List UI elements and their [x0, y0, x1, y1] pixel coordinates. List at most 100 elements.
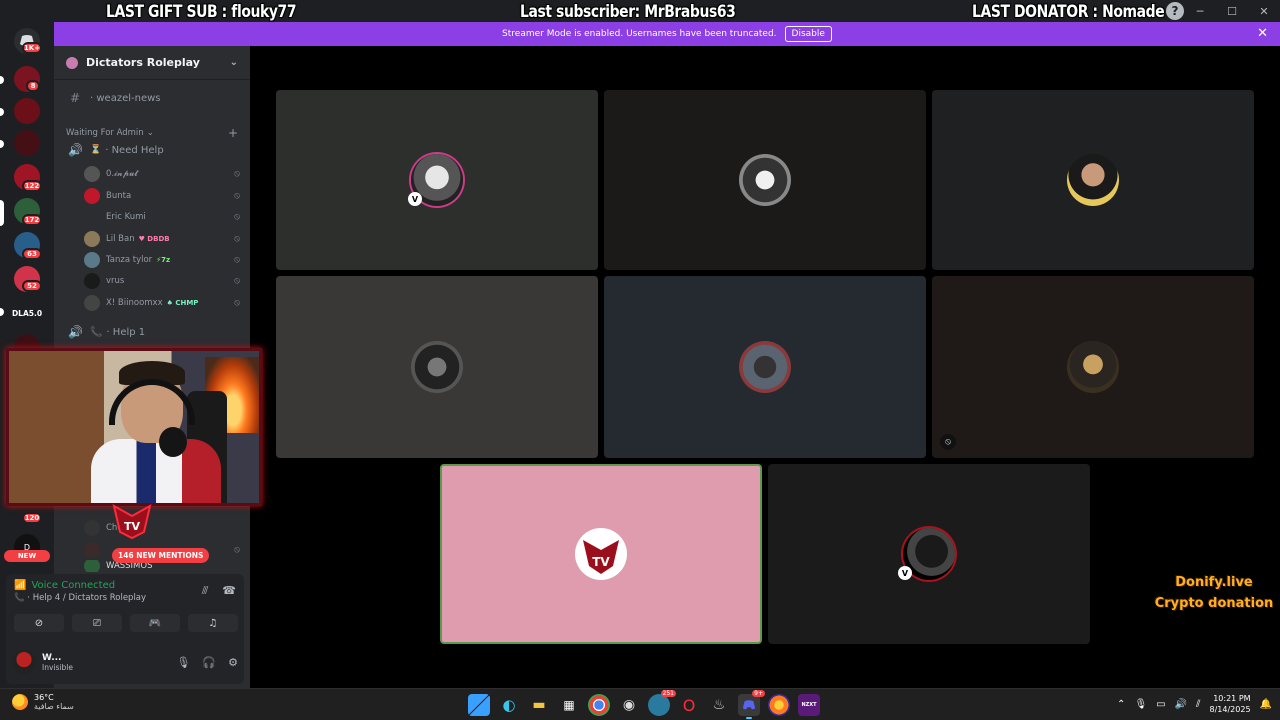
close-window-button[interactable]: ✕	[1248, 0, 1280, 22]
verified-badge-icon: V	[898, 566, 912, 580]
participant-tile[interactable]: V	[276, 90, 598, 270]
new-mentions-pill[interactable]: 146 NEW MENTIONS	[112, 548, 210, 563]
svg-text:TV: TV	[124, 520, 141, 533]
voice-call-grid: V ⦸ TV V	[250, 46, 1280, 688]
camera-off-button[interactable]: ⊘	[14, 614, 64, 632]
add-channel-icon[interactable]: +	[228, 126, 238, 140]
streamer-mode-banner: Streamer Mode is enabled. Usernames have…	[54, 22, 1280, 46]
channel-label: · weazel-news	[90, 92, 161, 104]
firefox-icon[interactable]	[768, 694, 790, 716]
voice-channel-need-help[interactable]: 🔊 ⏳ · Need Help	[62, 140, 242, 160]
sun-icon	[12, 694, 28, 710]
headphones-icon[interactable]: 🎧	[202, 656, 216, 669]
obs-icon[interactable]: ◉	[618, 694, 640, 716]
member-name: 0.𝓲𝓷𝓹𝓾𝓽	[106, 169, 138, 179]
server-badge-120: 120	[22, 512, 42, 524]
server-badge-5: 172	[22, 214, 42, 226]
avatar	[1067, 154, 1119, 206]
voice-member[interactable]: Bunta ⦸	[84, 186, 240, 206]
chevron-up-icon[interactable]: ⌃	[1117, 699, 1125, 710]
voice-member[interactable]: Che	[84, 518, 240, 538]
clock[interactable]: 10:21 PM 8/14/2025	[1210, 693, 1251, 715]
microphone-icon[interactable]: 🎙	[1134, 699, 1147, 710]
steam-icon[interactable]: ♨	[708, 694, 730, 716]
avatar	[411, 341, 463, 393]
muted-mic-icon: ⦸	[234, 255, 240, 265]
signal-icon: 📶	[14, 580, 27, 591]
disable-streamer-mode-button[interactable]: Disable	[784, 26, 832, 42]
speaker-icon: 🔊	[68, 143, 83, 157]
participant-tile[interactable]	[276, 276, 598, 458]
system-tray: ⌃ 🎙 ▭ 🔊 ⫽ 10:21 PM 8/14/2025 🔔	[1117, 693, 1272, 715]
server-header[interactable]: Dictators Roleplay ⌄	[54, 46, 250, 80]
participant-tile[interactable]	[932, 90, 1254, 270]
server-unread-pill	[0, 76, 4, 84]
store-icon[interactable]: ▦	[558, 694, 580, 716]
streamer-shirt	[91, 439, 221, 503]
participant-tile[interactable]	[604, 276, 926, 458]
participant-tile-speaking[interactable]: TV	[440, 464, 762, 644]
windows-taskbar: 36°C سماء صافية ◐ ▬ ▦ ◉ 251 O ♨ 9+ NZXT …	[0, 688, 1280, 720]
voice-member[interactable]: Tanza tylor ⚡7z ⦸	[84, 250, 240, 270]
server-active-pill	[0, 200, 4, 226]
share-screen-button[interactable]: ⎚	[72, 614, 122, 632]
soundboard-button[interactable]: ♫	[188, 614, 238, 632]
muted-mic-icon: ⦸	[234, 212, 240, 222]
member-tag: ⚡7z	[156, 256, 171, 264]
voice-member[interactable]: Eric Kumi ⦸	[84, 207, 240, 227]
donation-overlay: Donify.live Crypto donation	[1148, 572, 1280, 614]
participant-tile[interactable]: V	[768, 464, 1090, 644]
muted-mic-icon: ⦸	[234, 234, 240, 244]
voice-member[interactable]: 0.𝓲𝓷𝓹𝓾𝓽 ⦸	[84, 164, 240, 184]
voice-member[interactable]: Lil Ban ♥ DBDB ⦸	[84, 229, 240, 249]
voice-channel-path[interactable]: 📞 · Help 4 / Dictators Roleplay	[14, 593, 146, 603]
new-unread-pill[interactable]: NEW	[4, 550, 50, 562]
server-icon-2[interactable]	[14, 98, 40, 124]
participant-tile[interactable]	[604, 90, 926, 270]
voice-member[interactable]: X! Biinoomxx ♠ CHMP ⦸	[84, 293, 240, 313]
server-unread-pill	[0, 108, 4, 116]
voice-connected-status[interactable]: 📶 Voice Connected	[14, 580, 115, 591]
notification-bell-icon[interactable]: 🔔	[1260, 699, 1272, 710]
microphone	[159, 427, 187, 457]
user-info[interactable]: W... Invisible	[42, 653, 73, 672]
inbox-icon[interactable]: ▭	[1134, 2, 1152, 20]
opera-icon[interactable]: O	[678, 694, 700, 716]
avatar	[84, 252, 100, 268]
discord-icon[interactable]: 9+	[738, 690, 765, 719]
server-icon-dla[interactable]: DLA5.0	[12, 300, 42, 326]
start-windows-icon[interactable]	[468, 694, 490, 716]
chrome-icon[interactable]	[588, 694, 610, 716]
phone-icon: 📞	[14, 593, 25, 603]
file-explorer-icon[interactable]: ▬	[528, 694, 550, 716]
gear-icon[interactable]: ⚙	[228, 656, 238, 669]
chevron-down-icon[interactable]: ⌄	[230, 57, 238, 68]
volume-icon[interactable]: 🔊	[1175, 699, 1187, 710]
avatar[interactable]	[12, 650, 36, 674]
participant-tile[interactable]: ⦸	[932, 276, 1254, 458]
help-icon[interactable]: ?	[1166, 2, 1184, 20]
user-panel: W... Invisible 🎙 🎧 ⚙	[12, 646, 238, 678]
app-icon-telegram[interactable]: 251	[648, 690, 676, 716]
voice-channel-help-1[interactable]: 🔊 📞 · Help 1	[62, 322, 242, 342]
streamer-webcam	[6, 348, 262, 506]
noise-suppression-icon[interactable]: ⫻	[202, 584, 209, 598]
monitor-icon[interactable]: ▭	[1156, 699, 1165, 710]
activities-button[interactable]: 🎮	[130, 614, 180, 632]
category-waiting-for-admin[interactable]: Waiting For Admin ⌄ +	[66, 126, 238, 140]
edge-icon[interactable]: ◐	[498, 694, 520, 716]
voice-member[interactable]: vrus ⦸	[84, 271, 240, 291]
disconnect-icon[interactable]: ☎	[222, 584, 236, 598]
server-badge-7: 52	[22, 280, 42, 292]
minimize-button[interactable]: ─	[1184, 0, 1216, 22]
network-icon[interactable]: ⫽	[1196, 699, 1200, 710]
member-name: X! Biinoomxx	[106, 298, 163, 308]
server-icon-3[interactable]	[14, 130, 40, 156]
microphone-icon[interactable]: 🎙	[176, 656, 190, 669]
nzxt-icon[interactable]: NZXT	[798, 694, 820, 716]
banner-close-icon[interactable]: ✕	[1257, 26, 1268, 41]
maximize-button[interactable]: ☐	[1216, 0, 1248, 22]
member-name: Tanza tylor	[106, 255, 153, 265]
weather-widget[interactable]: 36°C سماء صافية	[12, 693, 74, 711]
channel-weazel-news[interactable]: # · weazel-news	[62, 88, 242, 108]
